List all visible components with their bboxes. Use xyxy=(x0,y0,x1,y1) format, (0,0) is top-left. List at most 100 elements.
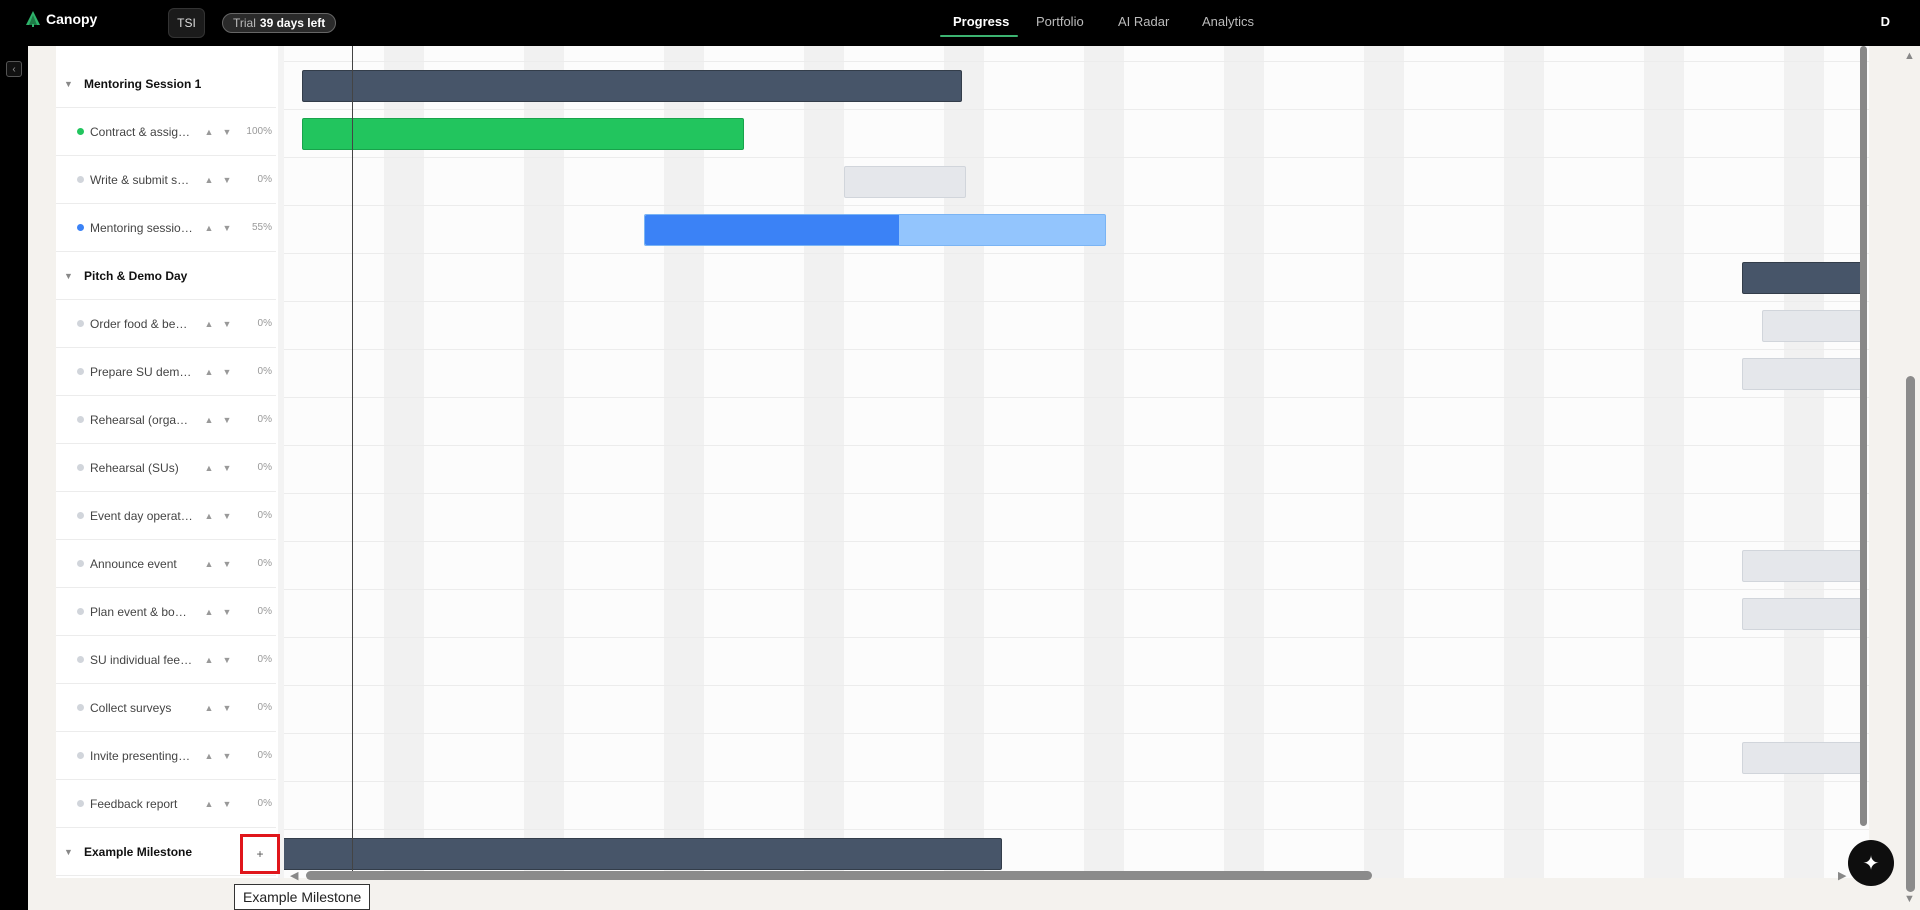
task-percent: 0% xyxy=(257,606,272,617)
task-percent: 0% xyxy=(257,654,272,665)
milestone-row[interactable]: ▼ Mentoring Session 1 xyxy=(56,60,276,108)
task-percent: 0% xyxy=(257,510,272,521)
tab-progress[interactable]: Progress xyxy=(953,14,1009,29)
task-row[interactable]: Collect surveys ▲ ▼ 0% xyxy=(56,684,276,732)
plus-icon[interactable]: + xyxy=(240,834,280,874)
task-row[interactable]: Mentoring sessions ▲ ▼ 55% xyxy=(56,204,276,252)
move-up-icon[interactable]: ▲ xyxy=(202,463,216,473)
page-scrollbar[interactable] xyxy=(1906,376,1915,892)
task-label: Mentoring sessions xyxy=(90,220,193,235)
status-dot xyxy=(77,704,84,711)
move-down-icon[interactable]: ▼ xyxy=(220,511,234,521)
move-up-icon[interactable]: ▲ xyxy=(202,415,216,425)
status-dot xyxy=(77,656,84,663)
page-scroll-down-icon[interactable]: ▼ xyxy=(1904,893,1915,905)
move-down-icon[interactable]: ▼ xyxy=(220,367,234,377)
weekend-stripe xyxy=(384,46,424,878)
move-down-icon[interactable]: ▼ xyxy=(220,127,234,137)
status-dot xyxy=(77,608,84,615)
chevron-left-icon[interactable]: ‹ xyxy=(6,61,22,77)
tab-analytics[interactable]: Analytics xyxy=(1202,14,1254,29)
move-down-icon[interactable]: ▼ xyxy=(220,655,234,665)
milestone-bar[interactable] xyxy=(1742,262,1862,294)
move-up-icon[interactable]: ▲ xyxy=(202,607,216,617)
task-bar[interactable] xyxy=(1762,310,1862,342)
task-bar[interactable] xyxy=(1742,742,1862,774)
caret-down-icon[interactable]: ▼ xyxy=(64,271,76,281)
move-down-icon[interactable]: ▼ xyxy=(220,223,234,233)
workspace-button[interactable]: TSI xyxy=(168,8,205,38)
milestone-bar[interactable] xyxy=(302,70,962,102)
gantt-panel: ▼ Mentoring Session 1 Contract & assignm… xyxy=(56,46,1869,878)
tab-ai-radar[interactable]: AI Radar xyxy=(1118,14,1169,29)
task-row[interactable]: Order food & beverages ▲ ▼ 0% xyxy=(56,300,276,348)
status-dot xyxy=(77,560,84,567)
move-up-icon[interactable]: ▲ xyxy=(202,223,216,233)
task-row[interactable]: Prepare SU demo booths ▲ ▼ 0% xyxy=(56,348,276,396)
move-down-icon[interactable]: ▼ xyxy=(220,751,234,761)
task-bar[interactable] xyxy=(1742,358,1862,390)
task-percent: 55% xyxy=(251,222,272,233)
move-up-icon[interactable]: ▲ xyxy=(202,799,216,809)
task-row[interactable]: Feedback report ▲ ▼ 0% xyxy=(56,780,276,828)
user-avatar[interactable]: D xyxy=(1881,14,1890,29)
task-row[interactable]: Announce event ▲ ▼ 0% xyxy=(56,540,276,588)
task-bar[interactable] xyxy=(1742,598,1862,630)
move-down-icon[interactable]: ▼ xyxy=(220,559,234,569)
milestone-label: Mentoring Session 1 xyxy=(84,76,202,91)
move-down-icon[interactable]: ▼ xyxy=(220,799,234,809)
move-up-icon[interactable]: ▲ xyxy=(202,319,216,329)
task-bar[interactable] xyxy=(644,214,1106,246)
trial-badge[interactable]: Trial 39 days left xyxy=(222,13,337,33)
task-row[interactable]: Plan event & book venue ▲ ▼ 0% xyxy=(56,588,276,636)
task-row[interactable]: Contract & assignment ▲ ▼ 100% xyxy=(56,108,276,156)
move-up-icon[interactable]: ▲ xyxy=(202,175,216,185)
task-bar[interactable] xyxy=(844,166,966,198)
move-up-icon[interactable]: ▲ xyxy=(202,511,216,521)
task-row[interactable]: Write & submit session plan ▲ ▼ 0% xyxy=(56,156,276,204)
scroll-right-icon[interactable]: ▶ xyxy=(1838,869,1846,882)
move-up-icon[interactable]: ▲ xyxy=(202,367,216,377)
task-label: Collect surveys xyxy=(90,700,172,715)
row-line xyxy=(284,205,1869,206)
move-up-icon[interactable]: ▲ xyxy=(202,127,216,137)
task-bar[interactable] xyxy=(302,118,744,150)
task-row[interactable]: Invite presenting SUs ▲ ▼ 0% xyxy=(56,732,276,780)
task-row[interactable]: SU individual feedback ▲ ▼ 0% xyxy=(56,636,276,684)
milestone-row[interactable]: ▼ Pitch & Demo Day xyxy=(56,252,276,300)
move-up-icon[interactable]: ▲ xyxy=(202,559,216,569)
task-row[interactable]: Event day operations ▲ ▼ 0% xyxy=(56,492,276,540)
task-label: Rehearsal (organizers) xyxy=(90,412,193,427)
brand[interactable]: Canopy xyxy=(26,11,97,27)
move-down-icon[interactable]: ▼ xyxy=(220,319,234,329)
task-row[interactable]: Rehearsal (organizers) ▲ ▼ 0% xyxy=(56,396,276,444)
sparkle-icon[interactable]: ✦ xyxy=(1848,840,1894,886)
row-line xyxy=(284,541,1869,542)
gantt-vertical-scrollbar[interactable] xyxy=(1860,46,1867,826)
caret-down-icon[interactable]: ▼ xyxy=(64,847,76,857)
page-scroll-up-icon[interactable]: ▲ xyxy=(1904,50,1915,62)
caret-down-icon[interactable]: ▼ xyxy=(64,79,76,89)
gantt-horizontal-scrollbar[interactable] xyxy=(306,871,1372,880)
move-down-icon[interactable]: ▼ xyxy=(220,415,234,425)
task-bar[interactable] xyxy=(1742,550,1862,582)
row-line xyxy=(284,637,1869,638)
row-line xyxy=(284,685,1869,686)
task-percent: 0% xyxy=(257,462,272,473)
move-down-icon[interactable]: ▼ xyxy=(220,175,234,185)
gantt-chart[interactable] xyxy=(284,46,1869,878)
status-dot xyxy=(77,512,84,519)
move-down-icon[interactable]: ▼ xyxy=(220,607,234,617)
scroll-left-icon[interactable]: ◀ xyxy=(290,869,298,882)
row-line xyxy=(284,397,1869,398)
move-up-icon[interactable]: ▲ xyxy=(202,655,216,665)
status-dot xyxy=(77,800,84,807)
move-up-icon[interactable]: ▲ xyxy=(202,751,216,761)
status-dot xyxy=(77,224,84,231)
task-row[interactable]: Rehearsal (SUs) ▲ ▼ 0% xyxy=(56,444,276,492)
tab-portfolio[interactable]: Portfolio xyxy=(1036,14,1084,29)
milestone-bar[interactable] xyxy=(284,838,1002,870)
move-down-icon[interactable]: ▼ xyxy=(220,463,234,473)
move-up-icon[interactable]: ▲ xyxy=(202,703,216,713)
move-down-icon[interactable]: ▼ xyxy=(220,703,234,713)
